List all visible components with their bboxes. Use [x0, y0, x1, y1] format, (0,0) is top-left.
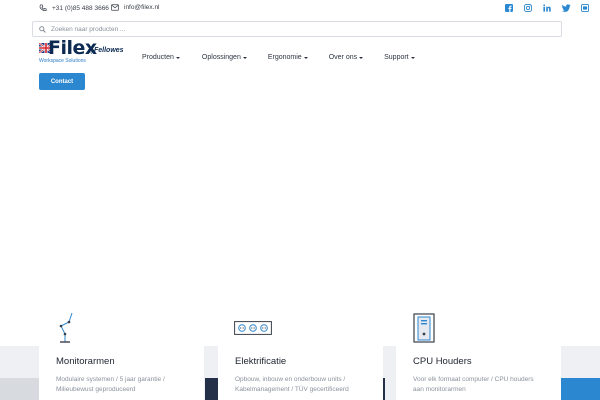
linkedin-icon[interactable]	[542, 3, 552, 13]
email-address: info@filex.nl	[124, 4, 160, 11]
nav-item-support[interactable]: Support	[384, 54, 415, 61]
nav-item-oplossingen[interactable]: Oplossingen	[202, 54, 247, 61]
caret-down-icon	[359, 56, 364, 59]
phone-contact[interactable]: +31 (0)85 488 3666	[39, 4, 109, 12]
power-strip-icon	[234, 321, 272, 335]
contact-button[interactable]: Contact	[39, 73, 85, 90]
nav-item-producten[interactable]: Producten	[142, 54, 180, 61]
feature-title: CPU Houders	[413, 356, 472, 367]
band-strip-light	[0, 378, 40, 400]
phone-icon	[39, 4, 47, 12]
nav-item-label: Support	[384, 54, 409, 61]
caret-down-icon	[410, 56, 415, 59]
feature-card-cpu-houders[interactable]: CPU Houders Voor elk formaat computer / …	[396, 344, 561, 400]
search-bar	[32, 21, 562, 37]
email-contact[interactable]: info@filex.nl	[111, 4, 160, 11]
search-icon	[39, 25, 46, 33]
top-contact-bar: +31 (0)85 488 3666 info@filex.nl	[0, 0, 600, 20]
feature-description: Modulaire systemen / 5 jaar garantie / M…	[56, 376, 165, 393]
logo-fellowes: Fellowes	[94, 47, 124, 54]
instagram-icon[interactable]	[523, 3, 533, 13]
feature-description: Opbouw, inbouw en onderbouw units / Kabe…	[235, 376, 349, 393]
feature-card-monitorarmen[interactable]: Monitorarmen Modulaire systemen / 5 jaar…	[39, 344, 204, 400]
youtube-icon[interactable]	[580, 3, 590, 13]
monitor-arm-icon	[59, 312, 73, 343]
nav-item-over-ons[interactable]: Over ons	[328, 54, 364, 61]
feature-description: Voor elk formaat computer / CPU houders …	[413, 376, 534, 393]
main-navigation: Producten Oplossingen Ergonomie Over ons…	[142, 54, 415, 61]
caret-down-icon	[175, 56, 180, 59]
nav-item-label: Producten	[142, 54, 174, 61]
feature-title: Monitorarmen	[56, 356, 115, 367]
nav-item-label: Oplossingen	[201, 54, 241, 61]
social-links	[504, 3, 590, 13]
filex-logo[interactable]: Filex by Fellowes Workspace Solutions	[38, 37, 128, 67]
caret-down-icon	[242, 56, 247, 59]
logo-wordmark: Filex	[48, 37, 97, 59]
cpu-tower-icon	[413, 313, 435, 343]
phone-number: +31 (0)85 488 3666	[52, 4, 109, 12]
search-input[interactable]	[51, 25, 531, 33]
facebook-icon[interactable]	[504, 3, 514, 13]
envelope-icon	[111, 4, 119, 11]
logo-tagline: Workspace Solutions	[39, 58, 86, 64]
feature-title: Elektrificatie	[235, 356, 287, 367]
twitter-icon[interactable]	[561, 3, 571, 13]
nav-item-ergonomie[interactable]: Ergonomie	[268, 54, 308, 61]
nav-item-label: Over ons	[328, 54, 358, 61]
logo-by: by	[88, 49, 94, 55]
feature-card-elektrificatie[interactable]: Elektrificatie Opbouw, inbouw en onderbo…	[218, 344, 383, 400]
caret-down-icon	[303, 56, 308, 59]
band-strip-blue	[560, 378, 600, 400]
nav-item-label: Ergonomie	[267, 54, 302, 61]
